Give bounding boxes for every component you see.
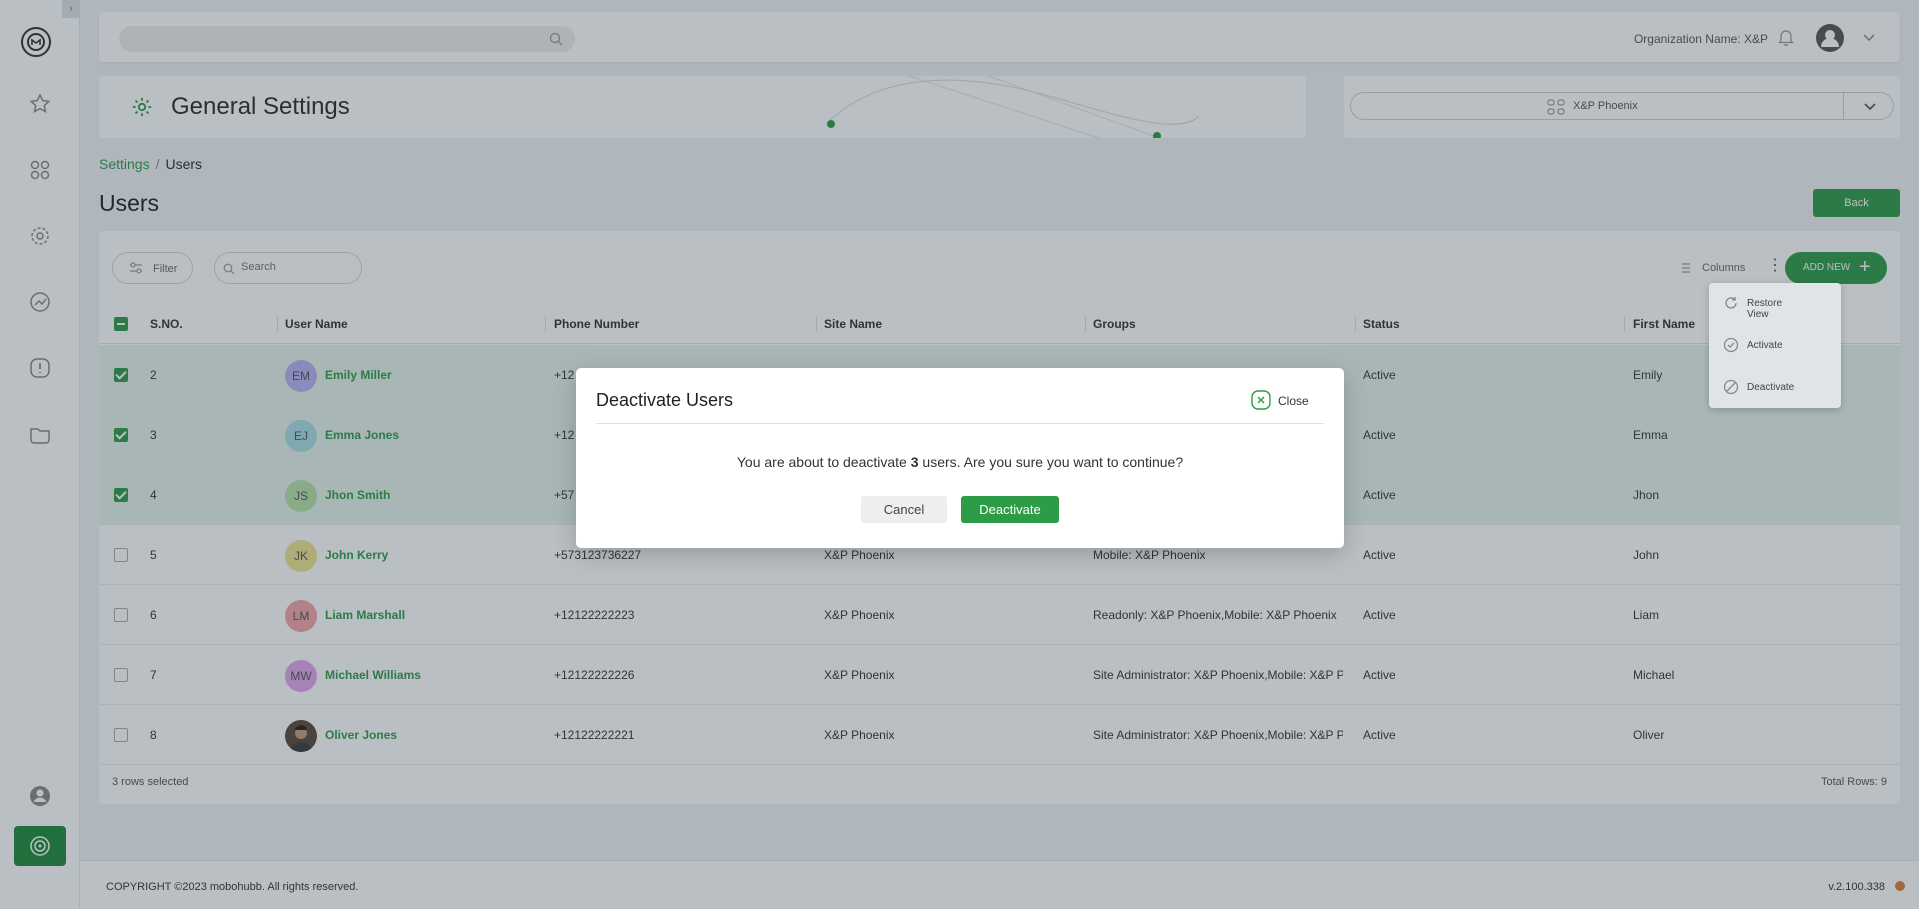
deactivate-button[interactable]: Deactivate (961, 496, 1059, 523)
menu-item-label: Activate (1747, 340, 1783, 351)
close-button[interactable]: Close (1251, 390, 1331, 412)
message-suffix: users. Are you sure you want to continue… (918, 454, 1184, 470)
dialog-divider (596, 423, 1324, 424)
deactivate-users-dialog: Deactivate Users Close You are about to … (576, 368, 1344, 548)
dialog-message: You are about to deactivate 3 users. Are… (576, 454, 1344, 470)
selected-count: 3 (910, 454, 919, 470)
bulk-actions-menu: Restore View Activate Deactivate (1709, 283, 1841, 408)
menu-item-label: Restore View (1747, 298, 1783, 320)
message-prefix: You are about to deactivate (736, 454, 911, 470)
menu-item-label: Deactivate (1747, 382, 1795, 393)
close-label: Close (1278, 394, 1309, 408)
dialog-title: Deactivate Users (596, 390, 734, 410)
restore-icon (1725, 297, 1737, 309)
cancel-button[interactable]: Cancel (861, 496, 947, 523)
block-icon (1723, 379, 1739, 395)
check-circle-icon (1723, 337, 1739, 353)
close-icon (1251, 390, 1271, 410)
